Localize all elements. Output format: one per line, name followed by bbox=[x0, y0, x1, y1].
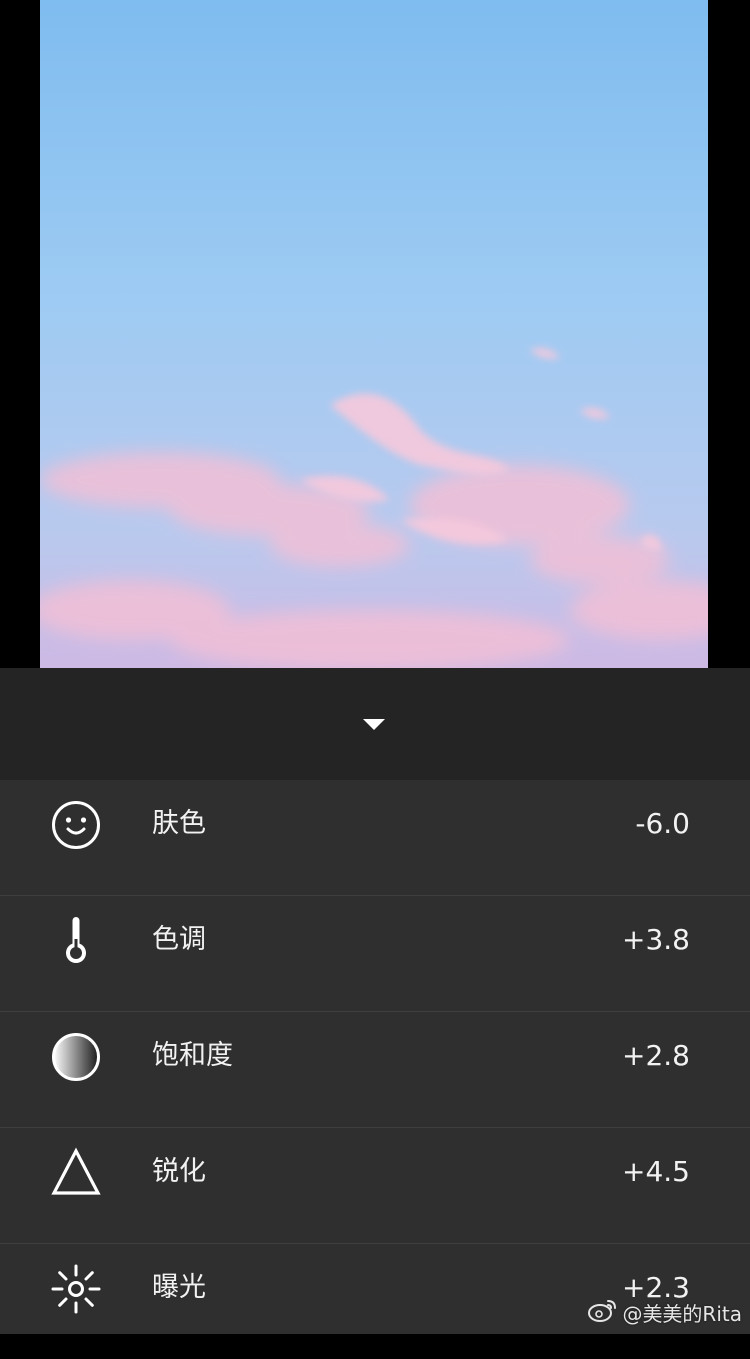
collapse-bar[interactable] bbox=[0, 668, 750, 780]
adjustment-row-sharpen[interactable]: 锐化 +4.5 bbox=[0, 1128, 750, 1244]
adjustment-row-saturation[interactable]: 饱和度 +2.8 bbox=[0, 1012, 750, 1128]
adjustment-label: 色调 bbox=[152, 924, 206, 955]
adjustment-row-skin-tone[interactable]: 肤色 -6.0 bbox=[0, 780, 750, 896]
sun-icon bbox=[50, 1263, 102, 1315]
watermark-text: @美美的Rita bbox=[622, 1302, 742, 1326]
adjustment-label: 肤色 bbox=[152, 808, 206, 839]
thermometer-icon bbox=[50, 915, 102, 967]
caret-down-icon[interactable] bbox=[362, 717, 386, 731]
adjustment-row-tone[interactable]: 色调 +3.8 bbox=[0, 896, 750, 1012]
face-icon bbox=[50, 799, 102, 851]
adjustment-value: +3.8 bbox=[622, 923, 690, 956]
adjustment-label: 饱和度 bbox=[152, 1040, 233, 1071]
adjustment-panel: 肤色 -6.0 色调 +3.8 饱和度 +2.8 锐化 +4.5 曝光 +2.3… bbox=[0, 668, 750, 1334]
adjustment-list: 肤色 -6.0 色调 +3.8 饱和度 +2.8 锐化 +4.5 曝光 +2.3 bbox=[0, 780, 750, 1359]
adjustment-value: +2.8 bbox=[622, 1039, 690, 1072]
adjustment-label: 锐化 bbox=[152, 1156, 206, 1187]
adjustment-value: -6.0 bbox=[635, 807, 690, 840]
photo-area bbox=[0, 0, 750, 668]
gradient-circle-icon bbox=[50, 1031, 102, 1083]
weibo-icon bbox=[588, 1297, 618, 1328]
adjustment-label: 曝光 bbox=[152, 1272, 206, 1303]
adjustment-value: +4.5 bbox=[622, 1155, 690, 1188]
photo-preview bbox=[40, 0, 708, 668]
triangle-icon bbox=[50, 1147, 102, 1199]
watermark: @美美的Rita bbox=[588, 1297, 742, 1328]
